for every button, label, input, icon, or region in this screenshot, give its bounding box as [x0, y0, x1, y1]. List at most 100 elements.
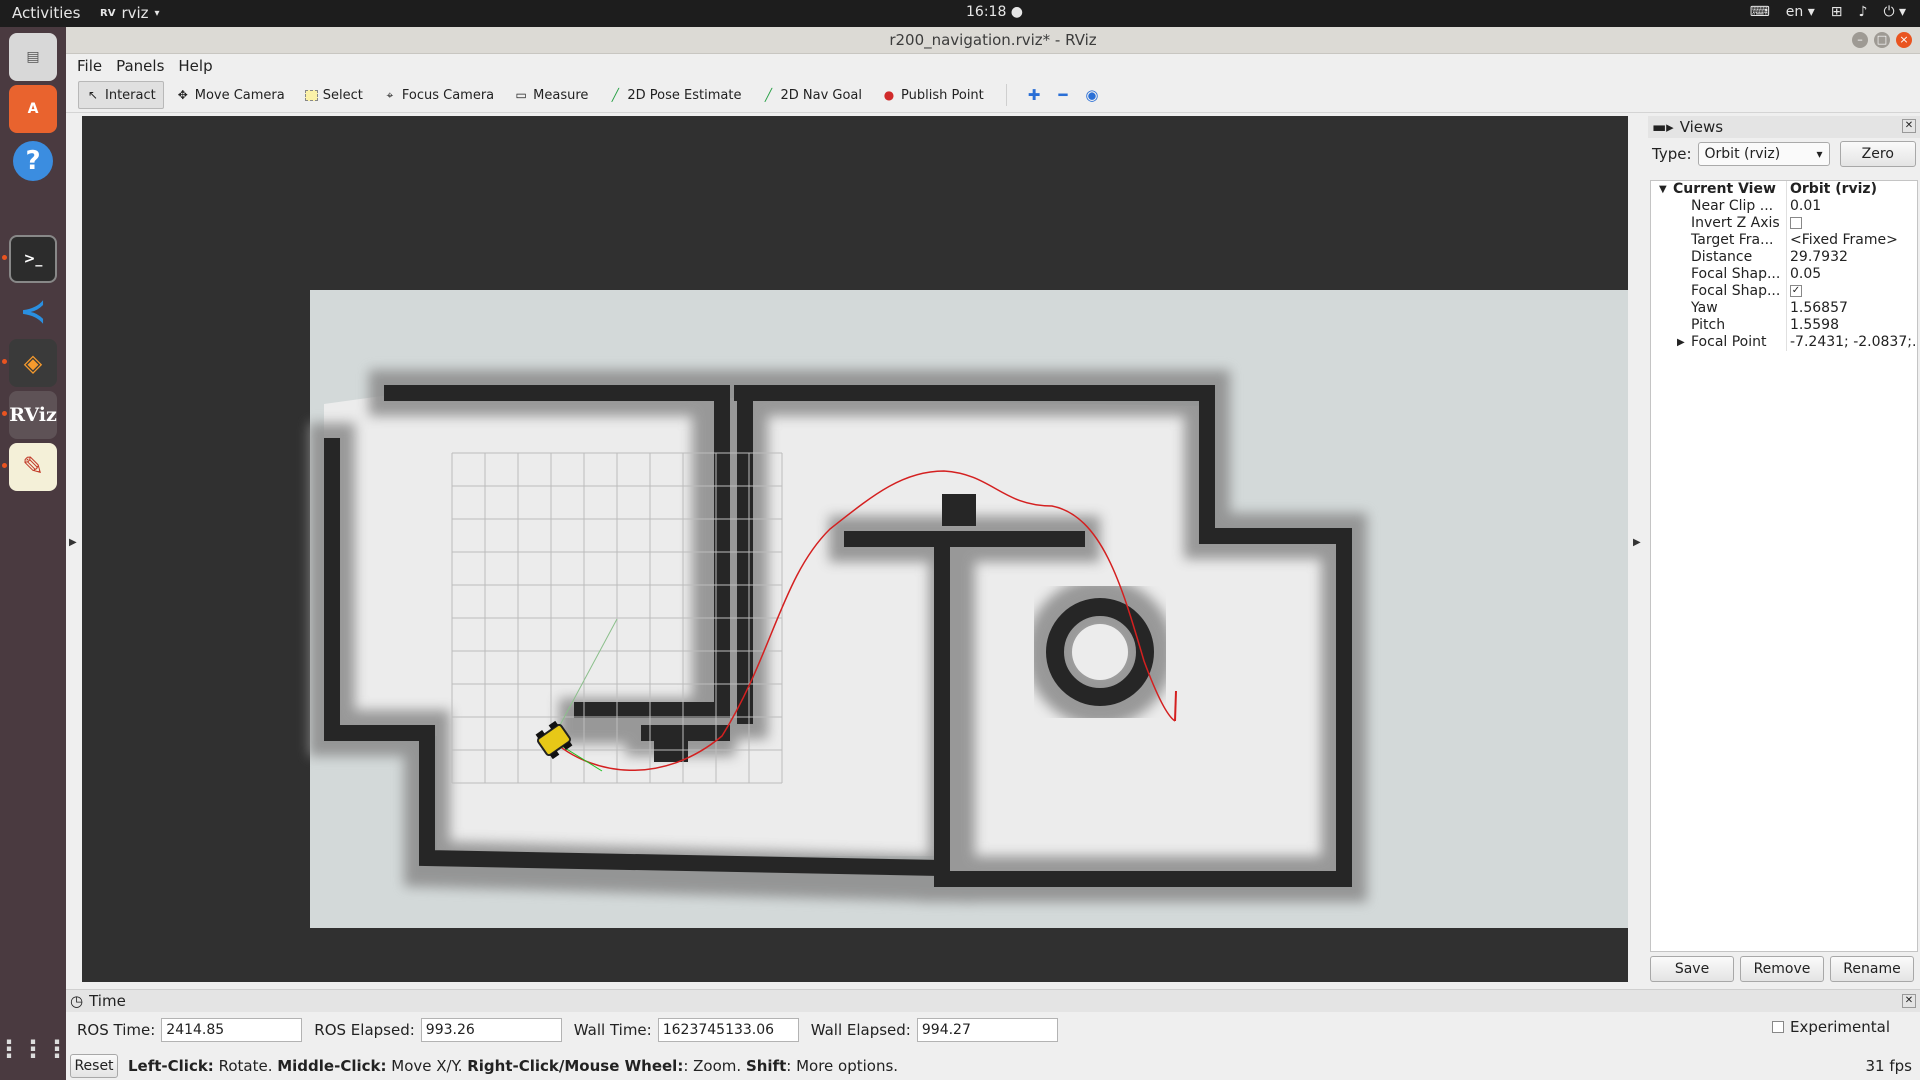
- prop-row-pitch[interactable]: Pitch 1.5598: [1651, 317, 1917, 334]
- prop-row-focal-point[interactable]: ▶ Focal Point -7.2431; -2.0837;...: [1651, 334, 1917, 351]
- tool-2d-nav-goal[interactable]: ╱ 2D Nav Goal: [753, 81, 870, 109]
- remove-view-button[interactable]: Remove: [1740, 956, 1824, 982]
- gnome-top-bar: Activities RV rviz ▾ 16:18 ● ⌨ en ▾ ⊞ ♪ …: [0, 0, 1920, 27]
- prop-value[interactable]: 1.5598: [1787, 317, 1917, 334]
- show-applications-icon[interactable]: ⋮⋮⋮: [0, 1025, 69, 1073]
- prop-row-near-clip[interactable]: Near Clip ... 0.01: [1651, 198, 1917, 215]
- toolbar-separator: [1005, 84, 1007, 106]
- chevron-right-icon[interactable]: ▶: [1677, 334, 1685, 351]
- menu-help[interactable]: Help: [178, 57, 212, 75]
- cursor-icon: ↖: [87, 88, 99, 102]
- rviz-small-icon: RV: [100, 7, 116, 19]
- fps-counter: 31 fps: [1865, 1057, 1912, 1075]
- close-icon[interactable]: ×: [1896, 32, 1912, 48]
- tool-2d-pose-estimate[interactable]: ╱ 2D Pose Estimate: [600, 81, 749, 109]
- views-panel-header[interactable]: ▬▸ Views ✕: [1648, 116, 1920, 138]
- save-view-button[interactable]: Save: [1650, 956, 1734, 982]
- activities-button[interactable]: Activities: [12, 4, 80, 22]
- volume-icon[interactable]: ♪: [1859, 4, 1868, 20]
- menu-file[interactable]: File: [77, 57, 102, 75]
- close-icon[interactable]: ✕: [1902, 119, 1916, 133]
- files-icon[interactable]: ▤: [9, 33, 57, 81]
- select-icon: [304, 89, 318, 101]
- hint-key: Right-Click/Mouse Wheel:: [467, 1056, 684, 1075]
- focus-camera-icon: ⌖: [386, 88, 394, 102]
- add-tool-button[interactable]: ✚: [1021, 81, 1048, 109]
- ros-elapsed-field[interactable]: 993.26: [420, 1018, 562, 1042]
- remove-tool-button[interactable]: ━: [1051, 81, 1074, 109]
- rename-view-button[interactable]: Rename: [1830, 956, 1914, 982]
- prop-value[interactable]: -7.2431; -2.0837;...: [1787, 334, 1917, 351]
- window-titlebar[interactable]: r200_navigation.rviz* - RViz – □ ×: [66, 27, 1920, 54]
- map-ring-center: [1072, 624, 1128, 680]
- software-center-icon[interactable]: A: [9, 85, 57, 133]
- app-menu[interactable]: RV rviz ▾: [100, 4, 160, 22]
- right-dock-collapse-icon[interactable]: ▶: [1633, 537, 1641, 548]
- wall-elapsed-label: Wall Elapsed:: [810, 1021, 911, 1039]
- view-type-row: Type: Orbit (rviz) Zero: [1648, 138, 1920, 170]
- maximize-icon[interactable]: □: [1874, 32, 1890, 48]
- tool-measure[interactable]: ▭ Measure: [506, 81, 596, 109]
- vscode-icon[interactable]: ≺: [9, 287, 57, 335]
- prop-value[interactable]: 1.56857: [1787, 300, 1917, 317]
- sublime-icon[interactable]: ◈: [9, 339, 57, 387]
- prop-value[interactable]: <Fixed Frame>: [1787, 232, 1917, 249]
- menu-panels[interactable]: Panels: [116, 57, 164, 75]
- prop-value[interactable]: 0.05: [1787, 266, 1917, 283]
- rviz-icon[interactable]: RViz: [9, 391, 57, 439]
- tool-label: Interact: [105, 87, 156, 103]
- text-editor-icon[interactable]: ✎: [9, 443, 57, 491]
- prop-value: Orbit (rviz): [1790, 181, 1877, 197]
- time-values-row: ROS Time: 2414.85 ROS Elapsed: 993.26 Wa…: [66, 1012, 1920, 1048]
- ros-elapsed-label: ROS Elapsed:: [314, 1021, 415, 1039]
- wall-elapsed-field[interactable]: 994.27: [916, 1018, 1058, 1042]
- terminal-icon[interactable]: >_: [9, 235, 57, 283]
- prop-row-target-frame[interactable]: Target Fra... <Fixed Frame>: [1651, 232, 1917, 249]
- zero-button[interactable]: Zero: [1839, 141, 1916, 167]
- tool-publish-point[interactable]: ● Publish Point: [874, 81, 992, 109]
- chevron-down-icon: ▾: [154, 7, 160, 19]
- reset-button[interactable]: Reset: [70, 1053, 118, 1078]
- tool-move-camera[interactable]: ✥ Move Camera: [168, 81, 293, 109]
- help-icon[interactable]: ?: [9, 137, 57, 185]
- prop-value[interactable]: 29.7932: [1787, 249, 1917, 266]
- ros-time-label: ROS Time:: [77, 1021, 156, 1039]
- prop-row-focal-shape-size[interactable]: Focal Shap... 0.05: [1651, 266, 1917, 283]
- experimental-checkbox[interactable]: [1771, 1021, 1784, 1033]
- views-panel-title: Views: [1679, 118, 1724, 136]
- chevron-down-icon[interactable]: ▼: [1659, 181, 1667, 198]
- minimize-icon[interactable]: –: [1852, 32, 1868, 48]
- time-panel-header[interactable]: ◷ Time ✕: [66, 990, 1920, 1012]
- prop-value[interactable]: 0.01: [1787, 198, 1917, 215]
- language-indicator[interactable]: en ▾: [1786, 4, 1815, 20]
- ros-time-field[interactable]: 2414.85: [161, 1018, 303, 1042]
- map-view[interactable]: [82, 116, 1628, 982]
- prop-name: Invert Z Axis: [1651, 215, 1787, 232]
- experimental-toggle[interactable]: Experimental: [1771, 1018, 1890, 1036]
- camera-type-button[interactable]: ◉: [1078, 81, 1105, 109]
- render-panel[interactable]: [82, 116, 1628, 982]
- prop-row-distance[interactable]: Distance 29.7932: [1651, 249, 1917, 266]
- invert-z-checkbox[interactable]: [1790, 217, 1802, 229]
- tool-interact[interactable]: ↖ Interact: [78, 81, 164, 109]
- tool-focus-camera[interactable]: ⌖ Focus Camera: [375, 81, 502, 109]
- wall-time-field[interactable]: 1623745133.06: [657, 1018, 799, 1042]
- tool-select[interactable]: Select: [297, 81, 371, 109]
- view-type-select[interactable]: Orbit (rviz): [1697, 142, 1830, 166]
- left-dock-collapse-icon[interactable]: ▶: [69, 537, 77, 548]
- prop-row-invert-z[interactable]: Invert Z Axis: [1651, 215, 1917, 232]
- close-icon[interactable]: ✕: [1902, 994, 1916, 1008]
- network-icon[interactable]: ⊞: [1831, 4, 1843, 20]
- power-icon[interactable]: ⏻ ▾: [1883, 4, 1906, 20]
- keyboard-icon[interactable]: ⌨: [1750, 4, 1770, 20]
- window-title: r200_navigation.rviz* - RViz: [889, 31, 1097, 49]
- language-label: en: [1785, 4, 1804, 20]
- tool-bar: ↖ Interact ✥ Move Camera Select ⌖ Focus Cam…: [66, 78, 1920, 113]
- clock[interactable]: 16:18 ●: [966, 4, 1023, 20]
- prop-name: Pitch: [1651, 317, 1787, 334]
- current-view-row[interactable]: ▼ Current View Orbit (rviz): [1651, 181, 1917, 198]
- prop-row-focal-shape-fixed[interactable]: Focal Shap... ✓: [1651, 283, 1917, 300]
- prop-row-yaw[interactable]: Yaw 1.56857: [1651, 300, 1917, 317]
- clock-icon: ◷: [70, 992, 84, 1010]
- focal-shape-checkbox[interactable]: ✓: [1790, 285, 1802, 297]
